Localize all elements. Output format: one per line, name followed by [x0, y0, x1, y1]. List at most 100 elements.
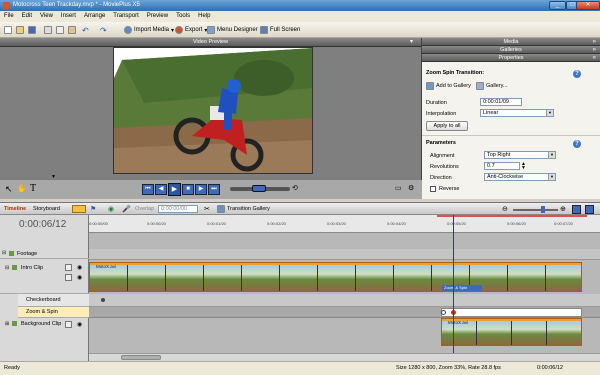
track-background-clip[interactable]: ⊞ Background Clip ◉ — [0, 318, 89, 330]
stop-button[interactable]: ■ — [182, 184, 194, 195]
help-icon[interactable]: ? — [573, 140, 581, 148]
menu-view[interactable]: View — [36, 11, 57, 22]
menu-designer-button[interactable]: Menu Designer — [207, 25, 258, 35]
zoom-slider[interactable] — [513, 209, 558, 211]
intro-clip[interactable]: MotoX.avi Zoom & Spin — [89, 262, 582, 292]
tab-storyboard[interactable]: Storyboard — [33, 206, 60, 212]
keyframe-dot[interactable] — [101, 298, 105, 302]
tab-properties[interactable]: Properties « — [422, 54, 600, 62]
tab-media[interactable]: Media » — [422, 38, 600, 46]
import-media-button[interactable]: Import Media ▾ — [124, 25, 174, 35]
eye-icon[interactable]: ◉ — [77, 264, 82, 271]
interpolation-select[interactable]: Linear ▼ — [480, 109, 554, 117]
tab-timeline[interactable]: Timeline — [4, 206, 26, 212]
loop-icon[interactable]: ⟲ — [292, 184, 298, 192]
save-button[interactable] — [28, 25, 36, 35]
text-tool-icon[interactable]: T — [30, 183, 36, 194]
direction-select[interactable]: Anti-Clockwise ▼ — [484, 173, 556, 181]
transition-gallery-button[interactable]: Transition Gallery — [217, 205, 270, 213]
horizontal-scrollbar[interactable] — [89, 353, 600, 361]
track-checkerboard[interactable]: Checkerboard — [18, 294, 89, 307]
menu-edit[interactable]: Edit — [18, 11, 36, 22]
expand-icon[interactable]: ⊞ — [5, 321, 9, 327]
timeline-area[interactable]: 0:00:00/00 0:00:00/20 0:00:01/20 0:00:02… — [89, 215, 600, 361]
checkerboard-row[interactable] — [89, 294, 600, 307]
marker-icon[interactable]: ⚑ — [90, 205, 96, 213]
export-button[interactable]: Export ▾ — [175, 25, 207, 35]
revolutions-field[interactable]: 0.7 — [484, 162, 520, 170]
step-forward-button[interactable]: ▶ — [195, 184, 207, 195]
step-back-button[interactable]: ◀ — [155, 184, 167, 195]
video-preview-frame[interactable] — [113, 47, 313, 174]
scrollbar-thumb[interactable] — [121, 355, 161, 360]
tab-galleries[interactable]: Galleries » — [422, 46, 600, 54]
menu-file[interactable]: File — [0, 11, 18, 22]
zoom-spin-transition-bar[interactable] — [441, 308, 582, 317]
expand-icon[interactable]: ⊟ — [2, 250, 6, 256]
pointer-tool-icon[interactable]: ↖ — [5, 184, 13, 195]
zoom-in-icon[interactable]: ⊕ — [560, 205, 566, 213]
track-enable-icon[interactable] — [12, 321, 17, 326]
menu-transport[interactable]: Transport — [109, 11, 142, 22]
copy-button[interactable] — [56, 25, 64, 35]
track-options-icon[interactable] — [65, 321, 72, 328]
gallery-button[interactable]: Gallery... — [476, 82, 508, 90]
chevron-down-icon[interactable]: ▾ — [410, 38, 413, 45]
transition-marker[interactable]: Zoom & Spin — [442, 285, 482, 291]
redo-button[interactable]: ↷ — [100, 25, 107, 35]
overlap-field[interactable]: 0:00:00/00 — [158, 205, 198, 213]
playhead[interactable] — [453, 215, 454, 353]
settings-icon[interactable]: ⚙ — [408, 184, 414, 192]
track-footage[interactable]: ⊟ Footage — [0, 249, 89, 259]
fit-icon[interactable] — [572, 205, 581, 214]
add-to-gallery-button[interactable]: Add to Gallery — [426, 82, 471, 90]
go-to-start-button[interactable]: ⏮ — [142, 184, 154, 195]
keyframe-dot[interactable] — [441, 310, 446, 315]
hand-tool-icon[interactable]: ✋ — [17, 184, 27, 193]
menu-insert[interactable]: Insert — [57, 11, 80, 22]
track-enable-icon[interactable] — [12, 265, 17, 270]
track-options-icon[interactable] — [65, 274, 72, 281]
help-icon[interactable]: ? — [573, 70, 581, 78]
spinner-icon[interactable]: ▲ ▼ — [521, 162, 526, 171]
menu-preview[interactable]: Preview — [143, 11, 172, 22]
monitor-icon[interactable]: ▭ — [395, 184, 402, 192]
timeline-ruler[interactable]: 0:00:00/00 0:00:00/20 0:00:01/20 0:00:02… — [89, 215, 600, 233]
eye-icon[interactable]: ◉ — [77, 321, 82, 328]
full-screen-button[interactable]: Full Screen — [260, 25, 300, 35]
cut-button[interactable] — [44, 25, 52, 35]
reverse-checkbox[interactable] — [430, 186, 436, 192]
undo-button[interactable]: ↶ — [82, 25, 89, 35]
go-to-end-button[interactable]: ⏭ — [208, 184, 220, 195]
menu-arrange[interactable]: Arrange — [80, 11, 109, 22]
duration-label: Duration — [426, 100, 447, 106]
zoom-handle[interactable] — [541, 206, 545, 213]
menu-tools[interactable]: Tools — [172, 11, 194, 22]
menu-help[interactable]: Help — [194, 11, 214, 22]
keyframe-icon[interactable]: ◉ — [108, 205, 114, 213]
apply-to-all-button[interactable]: Apply to all — [426, 121, 468, 131]
zoom-spin-row[interactable] — [89, 307, 600, 318]
new-button[interactable] — [4, 25, 12, 35]
zoom-out-icon[interactable]: ⊖ — [502, 205, 508, 213]
alignment-select[interactable]: Top Right ▼ — [484, 151, 556, 159]
close-button[interactable]: ✕ — [576, 1, 600, 10]
ruler-tick-label: 0:00:00/20 — [147, 221, 166, 226]
snap-icon[interactable] — [72, 205, 86, 213]
scissors-icon[interactable]: ✂ — [204, 205, 210, 213]
play-button[interactable]: ▶ — [168, 183, 181, 196]
scrub-handle[interactable] — [252, 185, 266, 192]
open-button[interactable] — [16, 25, 24, 35]
track-intro-clip[interactable]: ⊟ Intro Clip ◉ ◉ — [0, 260, 89, 294]
background-clip[interactable]: MotoX.avi — [441, 318, 582, 346]
minimize-button[interactable]: _ — [549, 1, 566, 10]
track-zoom-spin[interactable]: Zoom & Spin — [18, 307, 89, 318]
microphone-icon[interactable]: 🎤 — [122, 205, 131, 213]
track-enable-icon[interactable] — [9, 251, 14, 256]
duration-field[interactable]: 0:00:01/09 — [480, 98, 522, 106]
track-options-icon[interactable] — [65, 264, 72, 271]
eye-icon[interactable]: ◉ — [77, 274, 82, 281]
paste-button[interactable] — [68, 25, 76, 35]
expand-icon[interactable]: ⊟ — [5, 265, 9, 271]
expand-icon[interactable] — [585, 205, 594, 214]
